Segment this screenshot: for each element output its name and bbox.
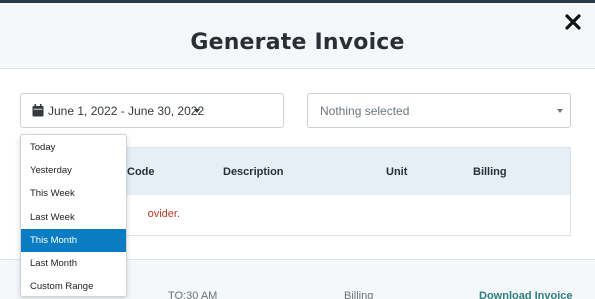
range-option-last-week[interactable]: Last Week: [21, 206, 126, 229]
column-header-code: Code: [127, 166, 155, 178]
background-time: TO:30 AM: [168, 290, 218, 299]
modal-header: Generate Invoice: [0, 3, 595, 69]
provider-placeholder: Nothing selected: [320, 104, 410, 118]
provider-select[interactable]: Nothing selected: [307, 93, 571, 128]
date-range-picker[interactable]: June 1, 2022 - June 30, 2022: [20, 93, 284, 128]
date-range-value: June 1, 2022 - June 30, 2022: [48, 104, 205, 118]
chevron-down-icon: [557, 109, 563, 113]
range-option-last-month[interactable]: Last Month: [21, 252, 126, 275]
range-option-this-week[interactable]: This Week: [21, 182, 126, 205]
range-option-today[interactable]: Today: [21, 136, 126, 159]
range-option-yesterday[interactable]: Yesterday: [21, 159, 126, 182]
download-invoice-link[interactable]: Download Invoice: [479, 290, 573, 299]
chevron-down-icon: [194, 109, 200, 113]
calendar-icon: [32, 104, 44, 117]
column-header-billing: Billing: [473, 166, 507, 178]
modal-title: Generate Invoice: [190, 30, 405, 55]
background-type: Billing: [344, 290, 374, 299]
close-icon: [565, 14, 581, 30]
column-header-unit: Unit: [386, 166, 408, 178]
range-option-custom-range[interactable]: Custom Range: [21, 275, 126, 298]
range-option-this-month[interactable]: This Month: [21, 228, 126, 252]
column-header-description: Description: [223, 166, 284, 178]
date-range-dropdown: Today Yesterday This Week Last Week This…: [20, 134, 127, 297]
close-button[interactable]: [563, 12, 583, 32]
